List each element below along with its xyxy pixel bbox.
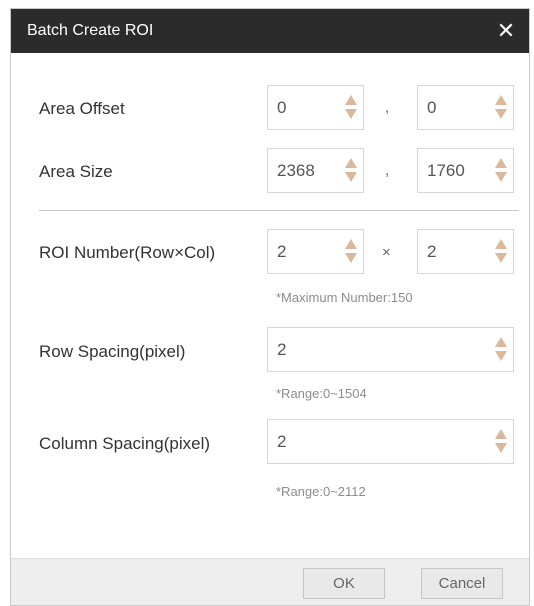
batch-create-roi-dialog: Batch Create ROI ✕ Area Offset 0 , 0 Are… [10, 8, 530, 606]
column-spacing-input[interactable]: 2 [267, 419, 514, 464]
area-size-height-value: 1760 [427, 161, 465, 180]
spin-arrows [495, 95, 507, 121]
area-offset-y-input[interactable]: 0 [417, 85, 514, 130]
roi-number-label: ROI Number(Row×Col) [39, 243, 216, 262]
area-size-height-input[interactable]: 1760 [417, 148, 514, 193]
roi-cols-value: 2 [427, 242, 437, 261]
roi-number-hint: *Maximum Number:150 [276, 290, 413, 305]
column-spacing-label: Column Spacing(pixel) [39, 434, 211, 453]
spin-arrows [495, 337, 507, 363]
row-spacing-value: 2 [277, 340, 287, 359]
roi-number-separator: × [382, 244, 391, 261]
spin-arrows [495, 429, 507, 455]
decrement-icon[interactable] [495, 253, 507, 263]
area-offset-x-input[interactable]: 0 [267, 85, 364, 130]
increment-icon[interactable] [345, 158, 357, 168]
dialog-footer: OK Cancel [11, 558, 529, 605]
decrement-icon[interactable] [495, 172, 507, 182]
decrement-icon[interactable] [345, 253, 357, 263]
ok-button[interactable]: OK [303, 568, 385, 599]
roi-rows-input[interactable]: 2 [267, 229, 364, 274]
decrement-icon[interactable] [495, 109, 507, 119]
increment-icon[interactable] [345, 239, 357, 249]
area-size-width-value: 2368 [277, 161, 315, 180]
decrement-icon[interactable] [495, 443, 507, 453]
area-offset-y-value: 0 [427, 98, 437, 117]
decrement-icon[interactable] [345, 172, 357, 182]
section-divider [39, 210, 519, 211]
row-spacing-input[interactable]: 2 [267, 327, 514, 372]
increment-icon[interactable] [495, 239, 507, 249]
dialog-title: Batch Create ROI [27, 22, 154, 39]
area-size-separator: , [385, 162, 390, 179]
area-offset-label: Area Offset [39, 99, 125, 118]
increment-icon[interactable] [345, 95, 357, 105]
cancel-button[interactable]: Cancel [421, 568, 503, 599]
spin-arrows [495, 158, 507, 184]
area-offset-separator: , [385, 99, 390, 116]
increment-icon[interactable] [495, 158, 507, 168]
roi-rows-value: 2 [277, 242, 287, 261]
roi-cols-input[interactable]: 2 [417, 229, 514, 274]
increment-icon[interactable] [495, 337, 507, 347]
column-spacing-hint: *Range:0~2112 [276, 484, 366, 499]
spin-arrows [345, 158, 357, 184]
spin-arrows [345, 239, 357, 265]
close-icon[interactable]: ✕ [483, 9, 529, 53]
column-spacing-value: 2 [277, 432, 287, 451]
spin-arrows [495, 239, 507, 265]
area-offset-x-value: 0 [277, 98, 287, 117]
area-size-width-input[interactable]: 2368 [267, 148, 364, 193]
increment-icon[interactable] [495, 95, 507, 105]
spin-arrows [345, 95, 357, 121]
decrement-icon[interactable] [345, 109, 357, 119]
row-spacing-hint: *Range:0~1504 [276, 386, 367, 401]
row-spacing-label: Row Spacing(pixel) [39, 342, 186, 361]
area-size-label: Area Size [39, 162, 113, 181]
title-bar: Batch Create ROI ✕ [11, 9, 529, 53]
decrement-icon[interactable] [495, 351, 507, 361]
increment-icon[interactable] [495, 429, 507, 439]
